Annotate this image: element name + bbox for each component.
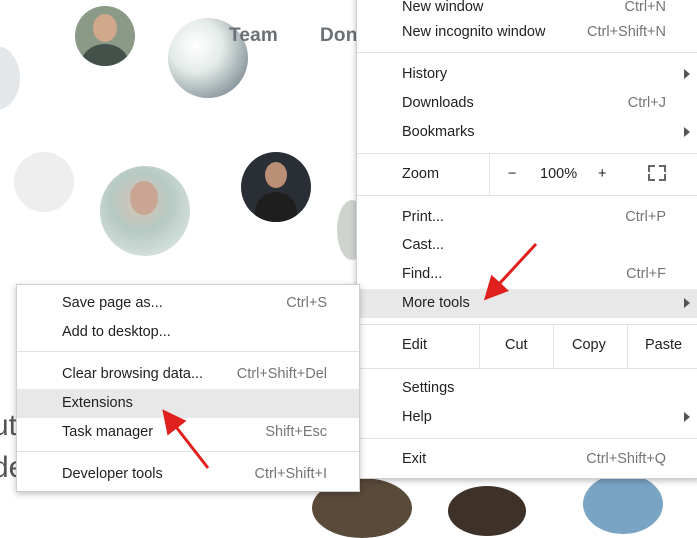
red-arrow-icon (162, 409, 210, 469)
red-arrow-icon (483, 242, 538, 301)
annotation-arrows (162, 242, 538, 469)
